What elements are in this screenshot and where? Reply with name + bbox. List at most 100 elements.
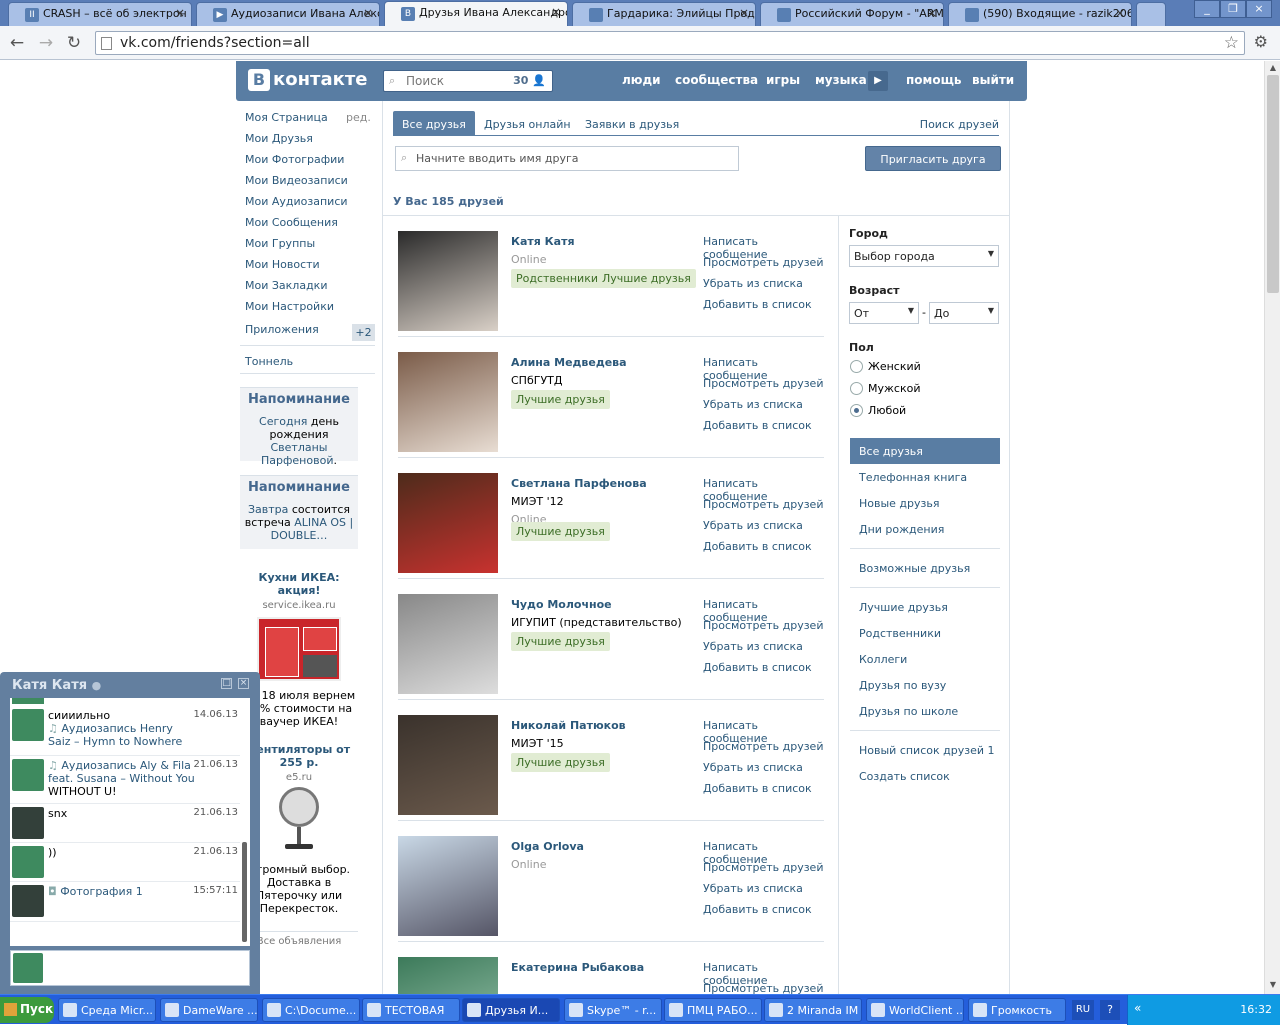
friend-action-link[interactable]: Просмотреть друзей bbox=[703, 498, 824, 519]
friend-action-link[interactable]: Добавить в список bbox=[703, 782, 824, 803]
left-menu-item[interactable]: Мои Новости bbox=[245, 258, 320, 271]
left-menu-item[interactable]: Мои Группы bbox=[245, 237, 315, 250]
radio-circle-icon[interactable] bbox=[850, 360, 863, 373]
close-icon[interactable]: × bbox=[927, 6, 937, 20]
close-icon[interactable]: × bbox=[363, 6, 373, 20]
vk-search-input[interactable]: ⌕ Поиск 30 👤 bbox=[383, 70, 553, 92]
tray-icons[interactable] bbox=[1150, 1003, 1230, 1017]
city-select[interactable]: Выбор города ▼ bbox=[849, 245, 999, 267]
ad-fan-image[interactable] bbox=[269, 787, 329, 851]
left-menu-tunnel[interactable]: Тоннель bbox=[245, 355, 293, 368]
close-window-icon[interactable]: × bbox=[1246, 0, 1272, 18]
age-to-select[interactable]: До ▼ bbox=[929, 302, 999, 324]
friend-list-filter-item[interactable]: Возможные друзья bbox=[850, 555, 1000, 581]
wrench-icon[interactable]: ⚙ bbox=[1254, 32, 1268, 51]
group-avatar[interactable] bbox=[12, 846, 44, 878]
left-menu-item[interactable]: Моя Страница bbox=[245, 111, 328, 124]
friend-avatar[interactable] bbox=[398, 594, 498, 694]
language-indicator[interactable]: RU bbox=[1072, 1000, 1094, 1020]
friend-list-filter-item[interactable]: Новый список друзей 1 bbox=[850, 737, 1000, 763]
left-menu-apps[interactable]: Приложения bbox=[245, 323, 319, 336]
friend-action-link[interactable]: Написать сообщение bbox=[703, 235, 824, 261]
restore-icon[interactable]: ❐ bbox=[1220, 0, 1246, 18]
taskbar-item[interactable]: Skype™ - r... bbox=[564, 998, 662, 1022]
chat-scrollbar[interactable] bbox=[242, 842, 247, 942]
friend-avatar[interactable] bbox=[398, 836, 498, 936]
friend-action-link[interactable]: Написать сообщение bbox=[703, 961, 824, 987]
friend-action-link[interactable]: Добавить в список bbox=[703, 540, 824, 561]
vk-logo[interactable]: Вконтакте bbox=[248, 69, 367, 91]
friend-action-link[interactable]: Написать сообщение bbox=[703, 598, 824, 624]
scroll-up-icon[interactable]: ▲ bbox=[1267, 63, 1279, 75]
friend-avatar[interactable] bbox=[398, 715, 498, 815]
friend-action-link[interactable]: Убрать из списка bbox=[703, 519, 824, 540]
friend-avatar[interactable] bbox=[398, 957, 498, 994]
edit-link[interactable]: ред. bbox=[346, 111, 371, 124]
close-icon[interactable]: × bbox=[739, 6, 749, 20]
taskbar-item[interactable]: ТЕСТОВАЯ bbox=[362, 998, 460, 1022]
friend-avatar[interactable] bbox=[398, 352, 498, 452]
close-icon[interactable]: × bbox=[551, 5, 561, 19]
chat-attachment-link[interactable]: ♫ Аудиозапись Aly & Fila feat. Susana – … bbox=[48, 759, 198, 785]
taskbar-item[interactable]: 2 Miranda IM bbox=[764, 998, 862, 1022]
taskbar-item[interactable]: WorldClient ... bbox=[866, 998, 964, 1022]
friend-list-badge[interactable]: Лучшие друзья bbox=[511, 522, 610, 541]
friend-list-filter-item[interactable]: Коллеги bbox=[850, 646, 1000, 672]
close-icon[interactable]: × bbox=[175, 6, 185, 20]
tab-all-friends[interactable]: Все друзья bbox=[393, 111, 475, 136]
friend-name[interactable]: Olga Orlova bbox=[511, 840, 584, 853]
help-icon[interactable]: ? bbox=[1100, 1000, 1120, 1020]
taskbar-item[interactable]: Среда Micr... bbox=[58, 998, 156, 1022]
friend-action-link[interactable]: Написать сообщение bbox=[703, 719, 824, 745]
friend-avatar[interactable] bbox=[398, 231, 498, 331]
friend-list-filter-item[interactable]: Телефонная книга bbox=[850, 464, 1000, 490]
new-tab-button[interactable] bbox=[1136, 2, 1166, 26]
friend-action-link[interactable]: Убрать из списка bbox=[703, 640, 824, 661]
friend-list-badge[interactable]: Родственники bbox=[511, 269, 604, 288]
friend-name[interactable]: Чудо Молочное bbox=[511, 598, 612, 611]
friend-action-link[interactable]: Просмотреть друзей bbox=[703, 377, 824, 398]
friend-search-input[interactable]: ⌕ Начните вводить имя друга bbox=[395, 146, 739, 171]
close-icon[interactable]: × bbox=[238, 678, 249, 689]
scrollbar-thumb[interactable] bbox=[1267, 75, 1279, 293]
reminder-person-link[interactable]: Светланы Парфеновой bbox=[261, 441, 333, 467]
friend-list-filter-item[interactable]: Друзья по школе bbox=[850, 698, 1000, 724]
friend-action-link[interactable]: Просмотреть друзей bbox=[703, 861, 824, 882]
tray-expand-icon[interactable]: « bbox=[1134, 1001, 1141, 1015]
group-avatar[interactable] bbox=[12, 709, 44, 741]
chat-input[interactable] bbox=[10, 950, 250, 986]
find-friends-link[interactable]: Поиск друзей bbox=[911, 111, 999, 136]
friend-list-badge[interactable]: Лучшие друзья bbox=[511, 632, 610, 651]
friend-list-filter-item[interactable]: Дни рождения bbox=[850, 516, 1000, 542]
reload-icon[interactable]: ↻ bbox=[64, 33, 84, 53]
sex-radio[interactable]: Женский bbox=[850, 360, 921, 373]
friend-name[interactable]: Николай Патюков bbox=[511, 719, 626, 732]
taskbar-item[interactable]: Друзья И... bbox=[462, 998, 560, 1022]
friend-action-link[interactable]: Убрать из списка bbox=[703, 761, 824, 782]
friend-list-filter-item[interactable]: Создать список bbox=[850, 763, 1000, 789]
friend-avatar[interactable] bbox=[398, 473, 498, 573]
ad-title[interactable]: Кухни ИКЕА: акция! bbox=[240, 571, 358, 597]
friend-action-link[interactable]: Написать сообщение bbox=[703, 477, 824, 503]
ad-kitchen-image[interactable] bbox=[257, 617, 341, 681]
friend-name[interactable]: Екатерина Рыбакова bbox=[511, 961, 644, 974]
start-button[interactable]: Пуск bbox=[0, 997, 54, 1023]
user-avatar[interactable] bbox=[12, 885, 44, 917]
nav-people[interactable]: люди bbox=[622, 73, 661, 87]
friend-action-link[interactable]: Просмотреть друзей bbox=[703, 982, 824, 994]
age-from-select[interactable]: От ▼ bbox=[849, 302, 919, 324]
friend-list-filter-item[interactable]: Друзья по вузу bbox=[850, 672, 1000, 698]
apps-badge[interactable]: +2 bbox=[352, 324, 375, 341]
left-menu-item[interactable]: Мои Настройки bbox=[245, 300, 334, 313]
sex-radio[interactable]: Мужской bbox=[850, 382, 920, 395]
browser-tab[interactable]: Гардарика: Элийцы Продо × bbox=[572, 2, 756, 26]
radio-circle-icon[interactable] bbox=[850, 382, 863, 395]
friend-action-link[interactable]: Просмотреть друзей bbox=[703, 740, 824, 761]
taskbar-item[interactable]: C:\Docume... bbox=[262, 998, 360, 1022]
friend-name[interactable]: Алина Медведева bbox=[511, 356, 627, 369]
browser-tab[interactable]: В Друзья Ивана Александро × bbox=[384, 1, 568, 26]
close-icon[interactable]: × bbox=[1115, 6, 1125, 20]
forward-icon[interactable]: → bbox=[36, 33, 56, 53]
left-menu-item[interactable]: Мои Друзья bbox=[245, 132, 313, 145]
bookmark-star-icon[interactable]: ☆ bbox=[1224, 33, 1239, 53]
